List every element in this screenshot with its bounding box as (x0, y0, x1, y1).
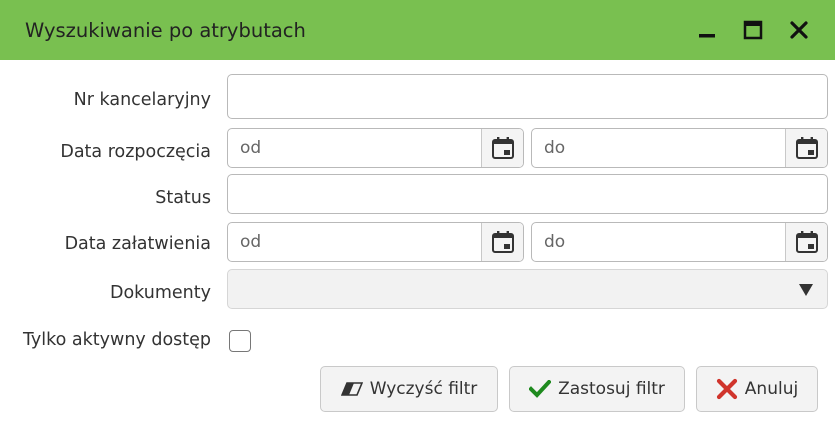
calendar-icon (491, 231, 514, 253)
data-rozpoczecia-to-input[interactable] (532, 129, 785, 167)
data-zalatwienia-from-input[interactable] (228, 223, 481, 261)
calendar-icon (491, 137, 514, 159)
data-zalatwienia-label: Data załatwienia (64, 234, 211, 254)
clear-filter-label: Wyczyść filtr (369, 379, 478, 399)
nr-kancelaryjny-input[interactable] (227, 74, 828, 119)
close-button[interactable] (787, 18, 811, 42)
minimize-button[interactable] (695, 18, 719, 42)
nr-kancelaryjny-label: Nr kancelaryjny (73, 90, 211, 110)
clear-filter-button[interactable]: Wyczyść filtr (320, 366, 498, 412)
dokumenty-select[interactable] (227, 269, 828, 309)
calendar-icon (795, 231, 818, 253)
minimize-icon (699, 34, 715, 38)
data-rozpoczecia-from-field (227, 128, 524, 168)
data-zalatwienia-from-field (227, 222, 524, 262)
data-zalatwienia-from-calendar-button[interactable] (481, 223, 523, 261)
maximize-button[interactable] (741, 18, 765, 42)
status-label: Status (155, 188, 211, 208)
maximize-icon (743, 20, 763, 40)
status-input[interactable] (227, 174, 828, 214)
data-rozpoczecia-label: Data rozpoczęcia (60, 142, 211, 162)
data-rozpoczecia-to-calendar-button[interactable] (785, 129, 827, 167)
search-by-attributes-dialog: Wyszukiwanie po atrybutach Nr kancelaryj… (0, 0, 835, 424)
dokumenty-label: Dokumenty (110, 283, 211, 303)
data-zalatwienia-to-input[interactable] (532, 223, 785, 261)
dropdown-arrow-icon (799, 284, 813, 296)
x-icon (716, 378, 737, 400)
dialog-titlebar[interactable]: Wyszukiwanie po atrybutach (0, 0, 835, 60)
window-controls (695, 0, 811, 60)
apply-filter-button[interactable]: Zastosuj filtr (509, 366, 685, 412)
data-rozpoczecia-from-input[interactable] (228, 129, 481, 167)
close-icon (790, 21, 808, 39)
calendar-icon (795, 137, 818, 159)
dialog-title: Wyszukiwanie po atrybutach (25, 18, 306, 42)
checkmark-icon (529, 380, 552, 398)
tylko-aktywny-label: Tylko aktywny dostęp (22, 330, 211, 350)
cancel-label: Anuluj (744, 379, 799, 399)
eraser-icon (340, 382, 363, 396)
data-rozpoczecia-to-field (531, 128, 828, 168)
tylko-aktywny-checkbox[interactable] (229, 330, 251, 352)
data-zalatwienia-to-calendar-button[interactable] (785, 223, 827, 261)
apply-filter-label: Zastosuj filtr (558, 379, 665, 399)
data-rozpoczecia-from-calendar-button[interactable] (481, 129, 523, 167)
data-zalatwienia-to-field (531, 222, 828, 262)
cancel-button[interactable]: Anuluj (696, 366, 818, 412)
